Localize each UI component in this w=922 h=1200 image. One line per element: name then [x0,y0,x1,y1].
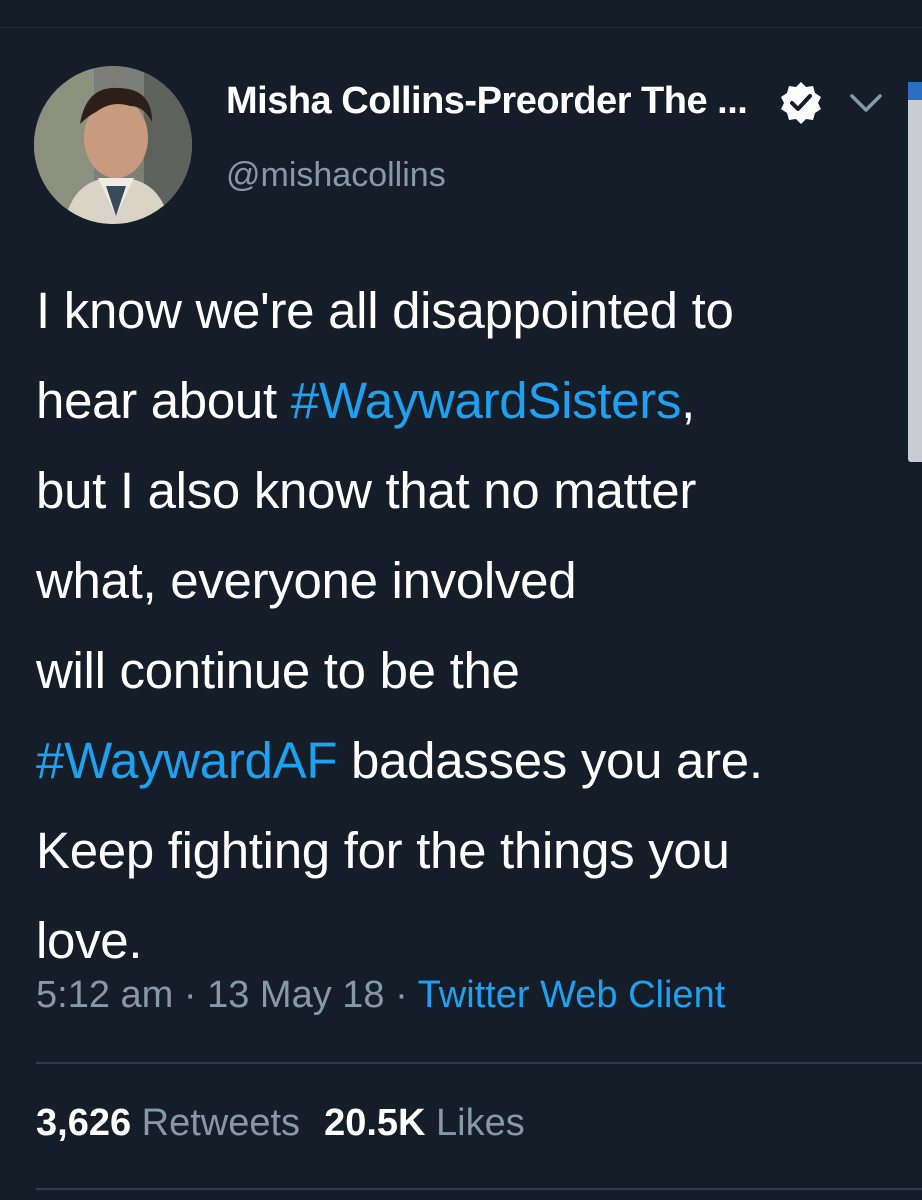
likes-label: Likes [436,1102,525,1144]
tweet-text-segment: badasses you are. [337,732,763,789]
hashtag-link[interactable]: #WaywardSisters [291,372,682,429]
top-divider [0,27,922,28]
tweet-line: but I also know that no matter [36,446,896,536]
divider [36,1062,922,1064]
tweet-line: I know we're all disappointed to [36,266,896,356]
tweet-text-segment: will continue to be the [36,642,520,699]
scrollbar[interactable] [908,82,922,462]
user-handle[interactable]: @mishacollins [226,156,446,195]
retweets-stat[interactable]: 3,626 Retweets [36,1102,300,1144]
tweet-line: hear about #WaywardSisters, [36,356,896,446]
chevron-down-icon[interactable] [846,90,886,116]
meta-separator: · [183,974,197,1016]
tweet-date[interactable]: 13 May 18 [207,974,384,1016]
tweet-meta: 5:12 am · 13 May 18 · Twitter Web Client [36,974,725,1017]
tweet-text-segment: love. [36,912,143,969]
tweet-line: what, everyone involved [36,536,896,626]
tweet-text-segment: I know we're all disappointed to [36,282,734,339]
display-name[interactable]: Misha Collins-Preorder The ... [226,80,748,123]
avatar[interactable] [34,66,192,224]
tweet-text-segment: Keep fighting for the things you [36,822,730,879]
retweets-count: 3,626 [36,1102,132,1144]
meta-separator: · [395,974,408,1016]
source-client-link[interactable]: Twitter Web Client [418,974,726,1016]
tweet-line: love. [36,896,896,986]
scrollbar-indicator [908,82,922,100]
hashtag-link[interactable]: #WaywardAF [36,732,337,789]
tweet-time[interactable]: 5:12 am [36,974,173,1016]
divider [36,1188,922,1190]
tweet-line: #WaywardAF badasses you are. [36,716,896,806]
likes-stat[interactable]: 20.5K Likes [324,1102,525,1144]
likes-count: 20.5K [324,1102,426,1144]
tweet-line: Keep fighting for the things you [36,806,896,896]
tweet-text: I know we're all disappointed to hear ab… [36,266,896,986]
tweet-text-segment: , [681,372,696,429]
tweet-text-segment: hear about [36,372,291,429]
avatar-image [34,66,192,224]
tweet-text-segment: what, everyone involved [36,552,577,609]
retweets-label: Retweets [141,1102,301,1144]
tweet-line: will continue to be the [36,626,896,716]
tweet-stats: 3,626 Retweets 20.5K Likes [36,1102,525,1145]
tweet-text-segment: but I also know that no matter [36,462,697,519]
verified-badge-icon [781,82,821,124]
